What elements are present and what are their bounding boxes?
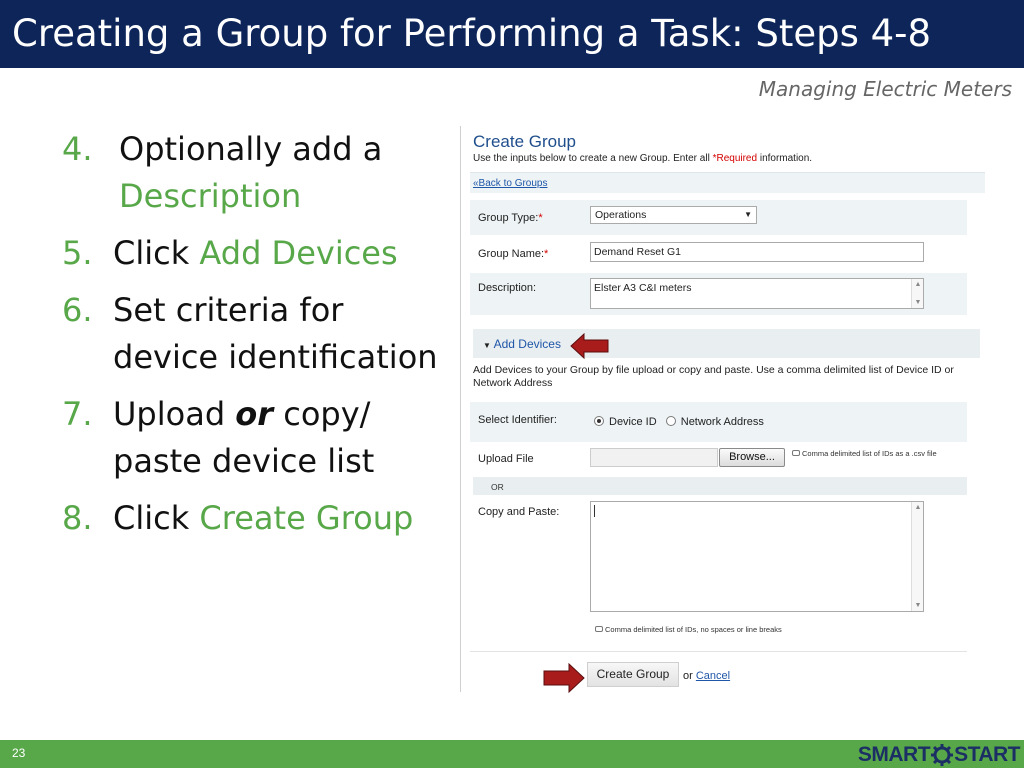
step-7: 7. Upload or copy/ paste device list bbox=[62, 391, 454, 485]
step-text: Upload bbox=[113, 395, 236, 433]
step-4: 4. Optionally add a Description bbox=[62, 126, 454, 220]
add-devices-bar: ▼ Add Devices bbox=[473, 329, 980, 358]
scroll-up-icon: ▲ bbox=[914, 281, 922, 288]
step-8: 8. Click Create Group bbox=[62, 495, 454, 542]
form-title: Create Group bbox=[473, 132, 576, 151]
description-label: Description: bbox=[478, 282, 537, 294]
page-number: 23 bbox=[12, 746, 26, 760]
step-number: 7. bbox=[62, 395, 93, 433]
scrollbar[interactable]: ▲ ▼ bbox=[911, 502, 923, 611]
or-separator: OR bbox=[473, 477, 967, 495]
copy-paste-label: Copy and Paste: bbox=[478, 506, 560, 518]
step-number: 4. bbox=[62, 130, 93, 168]
step-number: 6. bbox=[62, 291, 93, 329]
group-name-input[interactable]: Demand Reset G1 bbox=[590, 242, 924, 262]
copy-paste-hint: Comma delimited list of IDs, no spaces o… bbox=[595, 625, 782, 634]
divider bbox=[470, 651, 967, 652]
copy-paste-textarea[interactable]: ▲ ▼ bbox=[590, 501, 924, 612]
step-highlight: Add Devices bbox=[199, 234, 398, 272]
file-path-input[interactable] bbox=[590, 448, 718, 467]
back-to-groups-link[interactable]: «Back to Groups bbox=[473, 178, 547, 189]
radio-unselected-icon bbox=[665, 416, 676, 426]
create-group-panel: Create Group Use the inputs below to cre… bbox=[460, 126, 986, 692]
slide-subtitle: Managing Electric Meters bbox=[758, 77, 1012, 101]
step-text: Optionally add a bbox=[119, 130, 383, 168]
slide-title: Creating a Group for Performing a Task: … bbox=[12, 12, 932, 55]
device-id-radio[interactable]: Device ID bbox=[594, 416, 657, 428]
arrow-right-icon bbox=[543, 663, 585, 693]
form-intro: Use the inputs below to create a new Gro… bbox=[473, 153, 813, 164]
text-cursor bbox=[594, 505, 595, 517]
step-text: Set criteria for device identification bbox=[113, 291, 438, 376]
description-textarea[interactable]: Elster A3 C&I meters ▲ ▼ bbox=[590, 278, 924, 309]
step-highlight: Create Group bbox=[199, 499, 414, 537]
create-group-button[interactable]: Create Group bbox=[587, 662, 679, 687]
upload-file-label: Upload File bbox=[478, 453, 534, 465]
required-note: *Required bbox=[712, 153, 758, 164]
smart-start-logo: SMART START bbox=[857, 743, 1020, 766]
arrow-left-icon bbox=[570, 333, 609, 359]
scrollbar[interactable]: ▲ ▼ bbox=[911, 279, 923, 308]
add-devices-toggle[interactable]: ▼ Add Devices bbox=[483, 337, 561, 351]
or-label: OR bbox=[491, 482, 504, 492]
comment-icon bbox=[792, 450, 800, 456]
scroll-down-icon: ▼ bbox=[914, 602, 922, 609]
gear-icon bbox=[931, 744, 954, 766]
comment-icon bbox=[595, 626, 603, 632]
select-identifier-label: Select Identifier: bbox=[478, 414, 557, 426]
group-name-label: Group Name:* bbox=[478, 248, 549, 260]
step-6: 6. Set criteria for device identificatio… bbox=[62, 287, 454, 381]
network-address-radio[interactable]: Network Address bbox=[665, 416, 764, 428]
steps-list: 4. Optionally add a Description 5. Click… bbox=[62, 126, 454, 542]
browse-button[interactable]: Browse... bbox=[719, 448, 785, 467]
add-devices-instructions: Add Devices to your Group by file upload… bbox=[473, 364, 954, 389]
step-text: Click bbox=[113, 499, 200, 537]
scroll-down-icon: ▼ bbox=[914, 299, 922, 306]
upload-hint: Comma delimited list of IDs as a .csv fi… bbox=[792, 449, 937, 458]
step-number: 5. bbox=[62, 234, 93, 272]
step-emphasis: or bbox=[235, 395, 274, 433]
step-highlight: Description bbox=[119, 177, 302, 215]
scroll-up-icon: ▲ bbox=[914, 504, 922, 511]
identifier-radio-group: Device ID Network Address bbox=[594, 416, 770, 428]
chevron-down-icon: ▼ bbox=[744, 210, 752, 219]
group-type-select[interactable]: Operations ▼ bbox=[590, 206, 757, 224]
step-text: Click bbox=[113, 234, 200, 272]
triangle-down-icon: ▼ bbox=[483, 341, 491, 350]
radio-selected-icon bbox=[594, 416, 604, 426]
step-5: 5. Click Add Devices bbox=[62, 230, 454, 277]
cancel-link[interactable]: Cancel bbox=[696, 670, 730, 682]
back-row: «Back to Groups bbox=[470, 172, 985, 193]
or-cancel: or Cancel bbox=[683, 670, 731, 682]
step-number: 8. bbox=[62, 499, 93, 537]
group-type-label: Group Type:* bbox=[478, 212, 543, 224]
